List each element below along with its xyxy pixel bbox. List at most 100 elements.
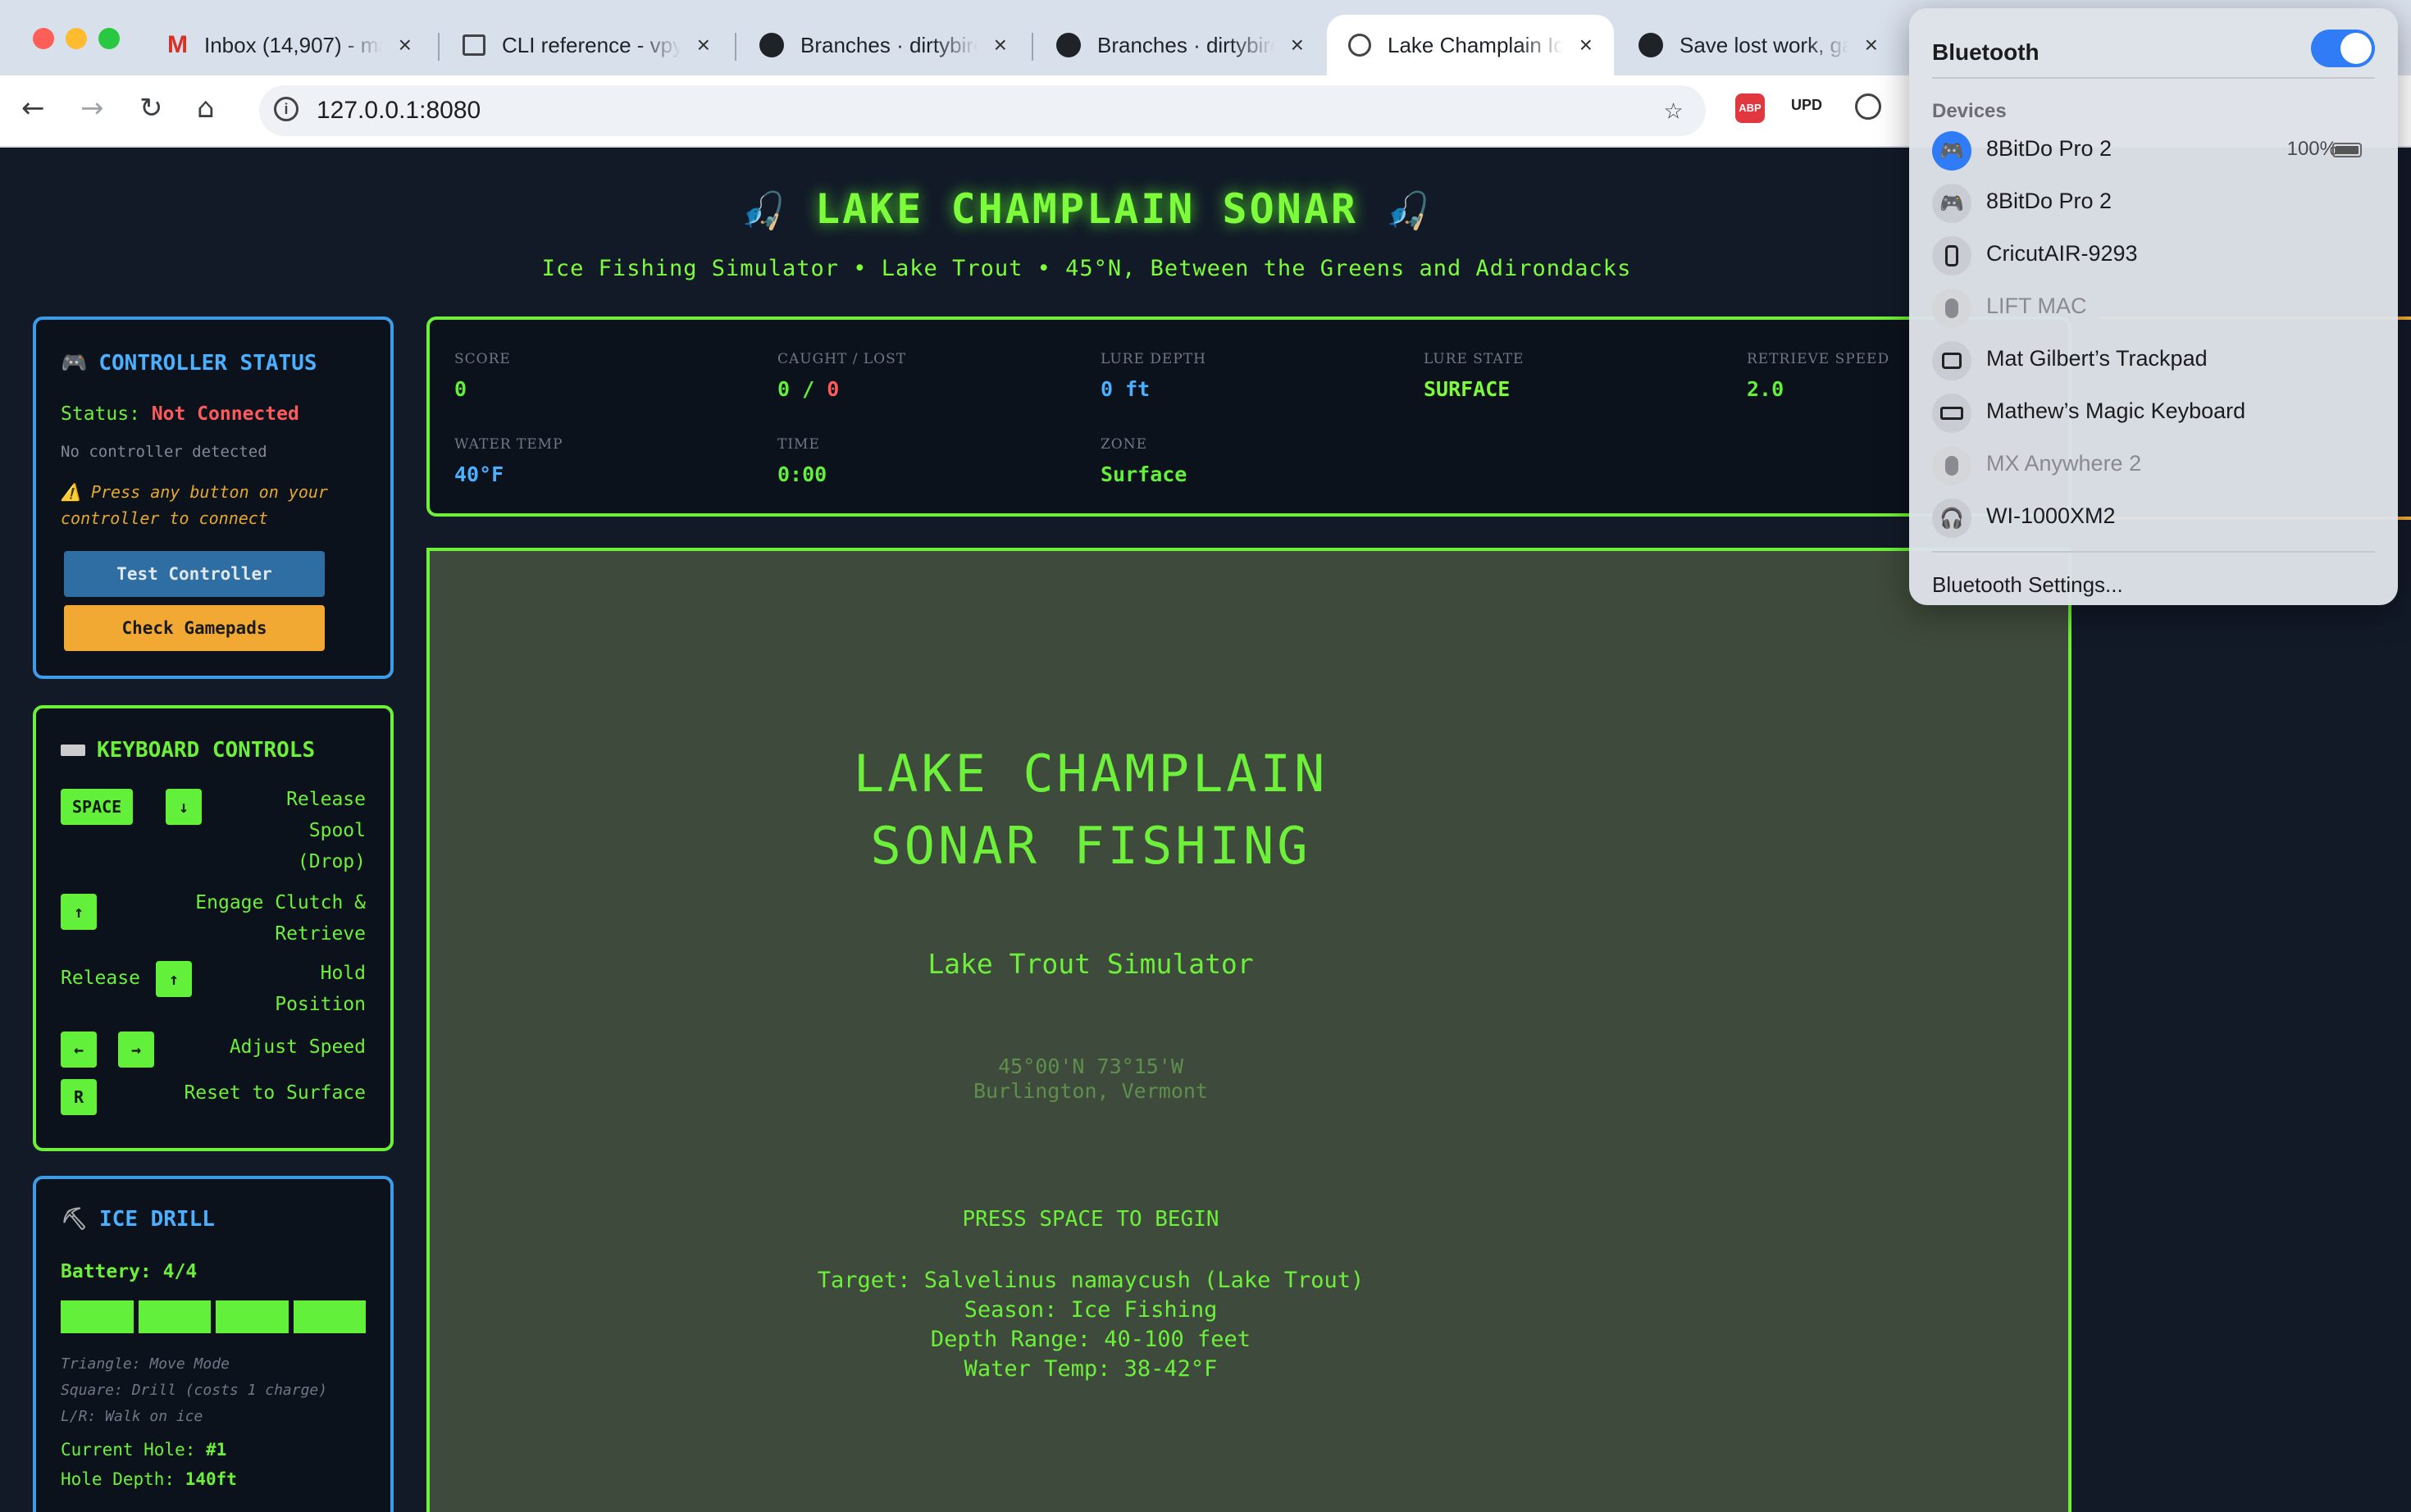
close-tab-icon[interactable]: × — [994, 32, 1007, 58]
page-title-text: LAKE CHAMPLAIN SONAR — [814, 185, 1359, 233]
close-tab-icon[interactable]: × — [697, 32, 710, 58]
stat-label: LURE STATE — [1424, 351, 1525, 367]
url-text[interactable]: 127.0.0.1:8080 — [317, 97, 481, 125]
game-subtitle: Lake Trout Simulator — [927, 948, 1254, 980]
right-arrow-key: → — [118, 1032, 154, 1068]
device-wi-1000xm2[interactable]: 🎧 WI-1000XM2 — [1922, 492, 2386, 541]
device-name: Mat Gilbert’s Trackpad — [1986, 346, 2208, 371]
score-stat: SCORE 0 — [454, 351, 766, 401]
minimize-window-button[interactable] — [66, 28, 87, 49]
tab-lake-champlain[interactable]: Lake Champlain Ice Fishing × — [1327, 15, 1614, 75]
device-lift-mac[interactable]: LIFT MAC — [1922, 282, 2386, 331]
adblock-plus-icon[interactable]: ABP — [1735, 93, 1765, 123]
page-title: 🎣 LAKE CHAMPLAIN SONAR 🎣 — [0, 185, 2173, 233]
device-name: LIFT MAC — [1986, 294, 2087, 318]
tab-label: Lake Champlain Ice Fishing — [1388, 32, 1563, 57]
hole-depth: Hole Depth: 140ft — [61, 1469, 237, 1489]
warning-icon: ⚠️ — [61, 482, 81, 502]
test-controller-button[interactable]: Test Controller — [64, 551, 325, 597]
lure-depth-stat: LURE DEPTH 0 ft — [1101, 351, 1412, 401]
game-location: 45°00'N 73°15'W Burlington, Vermont — [430, 1054, 1752, 1104]
github-icon — [759, 33, 784, 57]
tab-cli-reference[interactable]: CLI reference - vpype × — [441, 15, 732, 75]
site-info-icon[interactable]: i — [274, 97, 299, 121]
tab-label: Save lost work, gar — [1679, 32, 1848, 57]
tab-branches-1[interactable]: Branches · dirtybird × — [738, 15, 1028, 75]
check-gamepads-button[interactable]: Check Gamepads — [64, 605, 325, 651]
game-title: LAKE CHAMPLAIN SONAR FISHING — [430, 738, 1752, 882]
device-8bitdo[interactable]: 🎮 8BitDo Pro 2 — [1922, 177, 2386, 226]
device-8bitdo-connected[interactable]: 🎮 8BitDo Pro 2 100% — [1922, 125, 2386, 174]
tab-gmail[interactable]: M Inbox (14,907) - mat@ × — [146, 15, 433, 75]
close-tab-icon[interactable]: × — [1291, 32, 1304, 58]
game-place: Burlington, Vermont — [973, 1079, 1208, 1103]
close-tab-icon[interactable]: × — [1579, 32, 1593, 58]
help-line: Triangle: Move Mode — [61, 1355, 230, 1373]
zoom-window-button[interactable] — [98, 28, 120, 49]
reset-surface-desc: Reset to Surface — [184, 1082, 366, 1104]
battery-bar — [61, 1300, 366, 1333]
device-icon — [1932, 236, 1971, 276]
keyboard-controls-panel: KEYBOARD CONTROLS SPACE ↓ Release Spool … — [33, 705, 394, 1151]
game-title-line: LAKE CHAMPLAIN — [853, 744, 1329, 804]
r-key: R — [61, 1079, 97, 1115]
tab-divider — [1032, 33, 1033, 61]
keyboard-icon — [1932, 394, 1971, 433]
back-icon[interactable]: ← — [21, 92, 45, 125]
device-cricut[interactable]: CricutAIR-9293 — [1922, 230, 2386, 279]
down-arrow-key: ↓ — [166, 789, 202, 825]
device-mx-anywhere[interactable]: MX Anywhere 2 — [1922, 439, 2386, 489]
tab-branches-2[interactable]: Branches · dirtybird × — [1035, 15, 1325, 75]
gamepad-icon: 🎮 — [61, 351, 88, 376]
close-tab-icon[interactable]: × — [1865, 32, 1878, 58]
close-tab-icon[interactable]: × — [399, 32, 412, 58]
desc-line: (Drop) — [297, 851, 366, 872]
stat-label: CAUGHT / LOST — [777, 351, 907, 367]
device-magic-keyboard[interactable]: Mathew’s Magic Keyboard — [1922, 387, 2386, 436]
device-trackpad[interactable]: Mat Gilbert’s Trackpad — [1922, 335, 2386, 384]
home-icon[interactable]: ⌂ — [197, 92, 215, 125]
bookmark-star-icon[interactable]: ☆ — [1664, 90, 1683, 126]
panel-heading: ⛏ ICE DRILL — [61, 1207, 215, 1232]
press-space-prompt: PRESS SPACE TO BEGIN — [962, 1207, 1219, 1232]
controller-hint: ⚠️ Press any button on your controller t… — [61, 479, 372, 531]
battery-segment — [216, 1300, 289, 1333]
left-arrow-key: ← — [61, 1032, 97, 1068]
depth-label: Hole Depth: — [61, 1469, 175, 1489]
reload-icon[interactable]: ↻ — [139, 92, 163, 125]
caught-value: 0 — [777, 377, 791, 401]
sonar-game-canvas[interactable]: LAKE CHAMPLAIN SONAR FISHING Lake Trout … — [426, 548, 2071, 1512]
lure-depth-value: 0 ft — [1101, 377, 1151, 401]
address-bar[interactable]: i 127.0.0.1:8080 ☆ — [259, 85, 1706, 136]
extension-icon[interactable] — [1855, 93, 1881, 120]
space-key: SPACE — [61, 789, 134, 825]
globe-icon — [1348, 34, 1371, 57]
game-info-line: Season: Ice Fishing — [964, 1297, 1218, 1323]
stats-panel: SCORE 0 CAUGHT / LOST 0 / 0 LURE DEPTH 0… — [426, 317, 2071, 517]
panel-heading: 🎮 CONTROLLER STATUS — [61, 351, 317, 376]
zone-value: Surface — [1101, 462, 1187, 486]
zone-stat: ZONE Surface — [1101, 436, 1412, 486]
lure-state-stat: LURE STATE SURFACE — [1424, 351, 1735, 401]
tab-label: Branches · dirtybird — [800, 32, 978, 57]
upd-extension-icon[interactable]: UPD — [1791, 97, 1822, 114]
github-icon — [1056, 33, 1081, 57]
mouse-icon — [1932, 289, 1971, 328]
bluetooth-toggle[interactable] — [2311, 30, 2375, 67]
bluetooth-settings-link[interactable]: Bluetooth Settings... — [1932, 572, 2123, 598]
up-arrow-key: ↑ — [156, 961, 192, 997]
score-value: 0 — [454, 377, 467, 401]
lure-state-value: SURFACE — [1424, 377, 1511, 401]
forward-icon[interactable]: → — [80, 92, 104, 125]
bluetooth-title: Bluetooth — [1932, 39, 2040, 65]
device-name: CricutAIR-9293 — [1986, 241, 2138, 266]
status-line: Status: Not Connected — [61, 403, 299, 425]
device-name: WI-1000XM2 — [1986, 503, 2116, 528]
tab-save-lost-work[interactable]: Save lost work, gar × — [1617, 15, 1899, 75]
docs-icon — [463, 34, 485, 56]
close-window-button[interactable] — [33, 28, 54, 49]
github-icon — [1638, 33, 1663, 57]
lost-value: 0 — [827, 377, 840, 401]
tab-divider — [735, 33, 736, 61]
keyboard-controls-title: KEYBOARD CONTROLS — [97, 738, 316, 763]
